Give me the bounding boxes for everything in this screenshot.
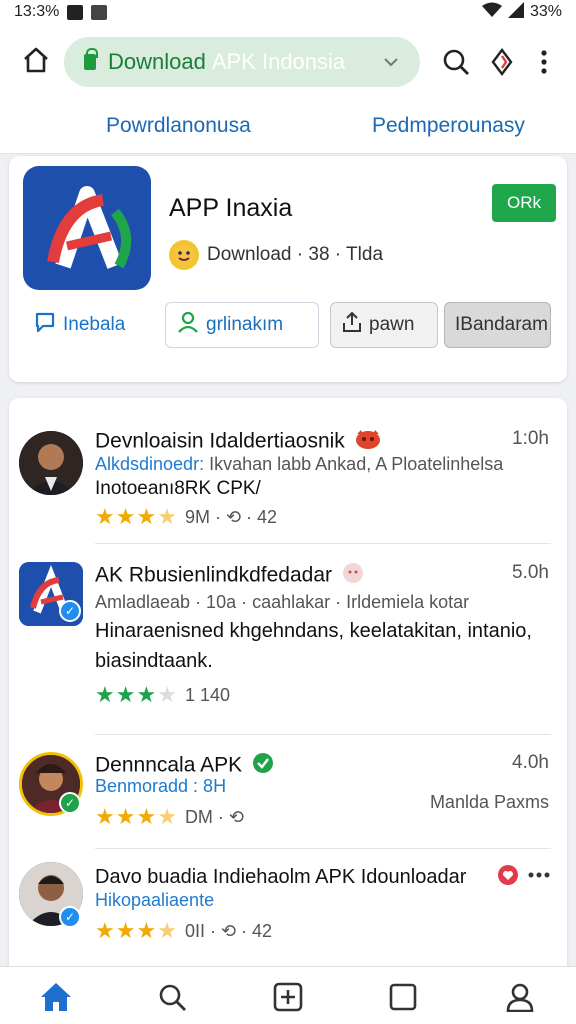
post-subtitle: Benmoradd : 8H xyxy=(95,776,227,796)
emoji-icon xyxy=(342,562,364,590)
post-stats-text: 1 140 xyxy=(184,684,230,705)
bandaram-action-button[interactable]: IBandaram xyxy=(444,302,551,348)
heart-icon[interactable] xyxy=(495,862,521,888)
app-action-row: Inebala grlinakım pawn IBandaram xyxy=(23,302,553,350)
app-meta: Download · 38 · Tlda xyxy=(169,240,383,270)
notification-icon xyxy=(67,4,84,20)
post-time: 5.0h xyxy=(512,562,549,583)
post-subtitle: Hikopaaliaente xyxy=(95,890,215,910)
action-label: IBandaram xyxy=(455,314,548,335)
rating-stars: ★ ★ ★ ★ xyxy=(95,918,177,943)
post-author: Devnloaisin Idaldertiaosnik xyxy=(95,428,381,456)
follow-action-button[interactable]: grlinakım xyxy=(165,302,319,348)
action-label: grlinakım xyxy=(206,314,284,335)
bottom-navigation xyxy=(0,966,576,1024)
tab-second[interactable]: Pedmperounasy xyxy=(372,114,525,138)
app-title: APP Inaxia xyxy=(169,194,293,222)
post-stats-text: 0II · ⟲ · 42 xyxy=(184,920,273,941)
post-stats: ★ ★ ★ ★ 1 140 xyxy=(95,682,230,708)
url-text: Download xyxy=(108,49,206,74)
post-stats: ★ ★ ★ ★ DM · ⟲ xyxy=(95,804,244,830)
verified-badge-icon: ✓ xyxy=(59,600,81,622)
post-subtitle: Alkdsdinoedr: Ikvahan labb Ankad, A Ploa… xyxy=(95,454,504,474)
post-subtitle: Amladlaeab · 10a · caahlakar · Irldemiel… xyxy=(95,592,470,612)
lock-icon xyxy=(84,48,98,70)
address-bar[interactable]: Download APK Indonsia xyxy=(64,37,420,87)
action-label: Inebala xyxy=(63,314,126,335)
url-text-suffix: APK Indonsia xyxy=(211,49,346,74)
share-action-button[interactable]: pawn xyxy=(330,302,438,348)
post-body: Inotoeanı8RK CPK/ xyxy=(95,478,261,499)
list-item[interactable]: ✓ AK Rbusienlindkdfedadar 5.0h Amladlaea… xyxy=(9,544,567,734)
more-horiz-icon[interactable] xyxy=(525,862,553,888)
clock: 13:3% xyxy=(14,3,60,20)
rating-stars: ★ ★ ★ ★ xyxy=(95,682,177,707)
nav-home-icon[interactable] xyxy=(38,979,74,1015)
app-meta-text: Download · 38 · Tlda xyxy=(207,244,384,265)
nav-search-icon[interactable] xyxy=(154,979,190,1015)
post-author: Davo buadia Indiehaolm APK Idounloadar xyxy=(95,866,467,888)
chat-action-button[interactable]: Inebala xyxy=(23,302,153,348)
more-vert-icon[interactable] xyxy=(526,44,562,80)
chat-bubble-icon xyxy=(33,310,57,340)
verified-badge-icon: ✓ xyxy=(59,792,81,814)
chevron-down-icon[interactable] xyxy=(382,51,400,77)
ok-button[interactable]: ORk xyxy=(492,184,556,222)
browser-toolbar: Download APK Indonsia xyxy=(0,24,576,100)
list-item[interactable]: ✓ Dennncala APK 4.0h Benmoradd : 8H Manl… xyxy=(9,734,567,854)
rating-stars: ★ ★ ★ ★ xyxy=(95,504,177,529)
post-stats: ★ ★ ★ ★ 0II · ⟲ · 42 xyxy=(95,918,272,944)
developer-avatar xyxy=(169,240,199,270)
verified-check-icon xyxy=(252,752,274,780)
post-author: AK Rbusienlindkdfedadar xyxy=(95,562,364,590)
post-time: 1:0h xyxy=(512,428,549,449)
post-note: Manlda Paxms xyxy=(429,792,549,812)
action-label: pawn xyxy=(369,314,415,335)
verified-badge-icon: ✓ xyxy=(59,906,81,928)
app-logo xyxy=(23,166,151,290)
status-bar: 13:3% 33% xyxy=(0,0,576,24)
tab-bar: Powrdlanonusa Pedmperounasy xyxy=(0,100,576,154)
wifi-icon xyxy=(481,2,502,23)
notification-icon xyxy=(91,4,108,20)
post-time: 4.0h xyxy=(512,752,549,773)
post-feed: Devnloaisin Idaldertiaosnik 1:0h Alkdsdi… xyxy=(9,398,567,968)
battery-level: 33% xyxy=(529,3,562,20)
rating-stars: ★ ★ ★ ★ xyxy=(95,804,177,829)
extension-icon[interactable] xyxy=(484,44,520,80)
signal-icon xyxy=(507,1,524,23)
fire-icon xyxy=(355,428,381,456)
list-item[interactable]: Devnloaisin Idaldertiaosnik 1:0h Alkdsdi… xyxy=(9,398,567,544)
post-body: Hinaraenisned khgehndans, keelatakitan, … xyxy=(95,620,532,672)
avatar xyxy=(19,431,83,495)
nav-tabs-icon[interactable] xyxy=(385,979,421,1015)
share-icon xyxy=(341,311,363,339)
tab-first[interactable]: Powrdlanonusa xyxy=(106,114,251,138)
nav-add-icon[interactable] xyxy=(270,979,306,1015)
post-stats: ★ ★ ★ ★ 9M · ⟲ · 42 xyxy=(95,504,277,530)
person-icon xyxy=(176,310,200,340)
list-item[interactable]: ✓ Davo buadia Indiehaolm APK Idounloadar… xyxy=(9,848,567,968)
post-stats-text: DM · ⟲ xyxy=(184,806,245,827)
app-header-card: APP Inaxia ORk Download · 38 · Tlda Ineb… xyxy=(9,156,567,382)
search-icon[interactable] xyxy=(438,44,474,80)
home-icon[interactable] xyxy=(18,42,54,78)
post-stats-text: 9M · ⟲ · 42 xyxy=(184,506,278,527)
nav-profile-icon[interactable] xyxy=(502,979,538,1015)
